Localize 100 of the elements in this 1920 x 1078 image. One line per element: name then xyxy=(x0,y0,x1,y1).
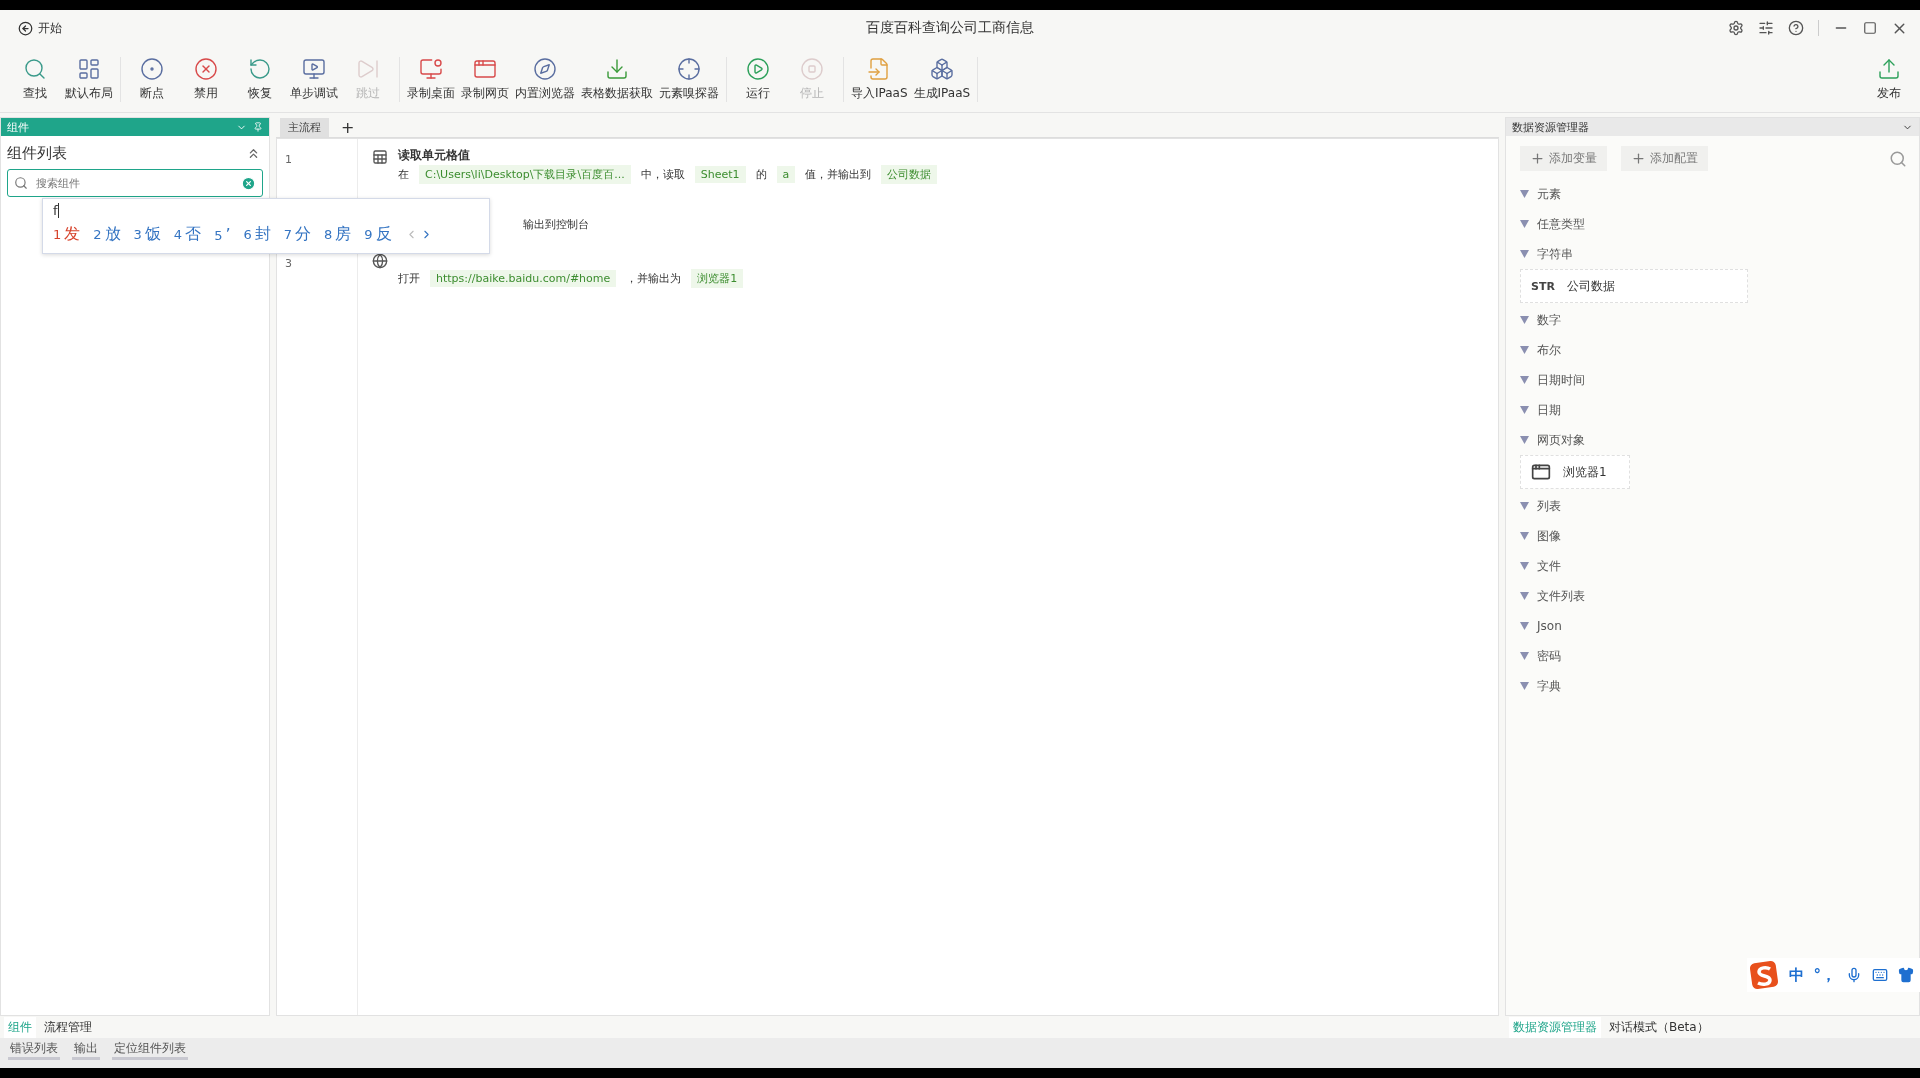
ime-mode[interactable]: 中 xyxy=(1788,965,1804,985)
toolbar-button[interactable]: 禁用 xyxy=(179,56,233,102)
globe-icon xyxy=(372,253,388,269)
boxes-icon xyxy=(929,56,954,81)
triangle-icon xyxy=(1520,682,1529,690)
variable-name: 公司数据 xyxy=(1566,277,1615,295)
variable-item[interactable]: STR 公司数据 xyxy=(1520,269,1748,303)
publish-button[interactable]: 发布 xyxy=(1862,56,1916,102)
category-item[interactable]: 字符串 xyxy=(1520,239,1919,269)
output-tab[interactable]: 输出 xyxy=(72,1040,100,1060)
plus-icon xyxy=(1631,151,1646,166)
toolbar-button[interactable]: 查找 xyxy=(8,56,62,102)
output-tab[interactable]: 定位组件列表 xyxy=(112,1040,188,1060)
category-item[interactable]: 字典 xyxy=(1520,671,1919,701)
ime-candidate[interactable]: 3 饭 xyxy=(133,224,161,245)
search-field[interactable]: 搜索组件 xyxy=(34,175,235,191)
back-icon xyxy=(18,20,33,36)
maximize-icon[interactable] xyxy=(1863,21,1877,35)
flow-tab[interactable]: 主流程 xyxy=(280,117,329,137)
toolbar-button[interactable]: 录制桌面 xyxy=(404,56,458,102)
ime-candidate[interactable]: 4 否 xyxy=(173,224,202,245)
toolbar-button[interactable]: 内置浏览器 xyxy=(512,56,578,102)
toolbar-button[interactable]: 导入IPaaS xyxy=(848,56,911,102)
triangle-icon xyxy=(1520,190,1529,198)
toolbar-button[interactable]: 生成IPaaS xyxy=(910,56,974,102)
ime-candidate[interactable]: 8 房 xyxy=(324,224,352,245)
variable-chip: https://baike.baidu.com/#home xyxy=(430,270,617,287)
search-icon xyxy=(23,56,47,81)
category-item[interactable]: 数字 xyxy=(1520,305,1919,335)
toolbar-button[interactable]: 元素嗅探器 xyxy=(656,56,722,102)
category-item[interactable]: 日期 xyxy=(1520,395,1919,425)
triangle-icon xyxy=(1520,220,1529,228)
category-item[interactable]: 文件列表 xyxy=(1520,581,1919,611)
category-item[interactable]: 图像 xyxy=(1520,521,1919,551)
panel-tab[interactable]: 流程管理 xyxy=(40,1016,96,1038)
category-item[interactable]: 文件 xyxy=(1520,551,1919,581)
punctuation-mode[interactable]: °， xyxy=(1813,965,1836,985)
search-icon[interactable] xyxy=(1889,149,1907,168)
clear-icon[interactable] xyxy=(241,175,256,191)
triangle-icon xyxy=(1520,562,1529,570)
category-item[interactable]: 布尔 xyxy=(1520,335,1919,365)
window-title: 百度百科查询公司工商信息 xyxy=(865,19,1035,37)
triangle-icon xyxy=(1520,376,1529,384)
category-item[interactable]: 密码 xyxy=(1520,641,1919,671)
add-tab-button[interactable]: + xyxy=(337,117,359,137)
add-button[interactable]: 添加变量 xyxy=(1520,146,1607,171)
table-icon xyxy=(372,149,388,165)
triangle-icon xyxy=(1520,346,1529,354)
window-icon xyxy=(1531,462,1551,482)
triangle-icon xyxy=(1520,502,1529,510)
toolbar-button[interactable]: 断点 xyxy=(125,56,179,102)
category-item[interactable]: Json xyxy=(1520,611,1919,641)
play-icon xyxy=(746,56,770,81)
variable-chip: a xyxy=(776,166,796,183)
crosshair-icon xyxy=(677,56,701,81)
add-button[interactable]: 添加配置 xyxy=(1621,146,1708,171)
ime-candidate[interactable]: 9 反 xyxy=(364,224,392,245)
settings-icon[interactable] xyxy=(1728,20,1744,36)
search-box[interactable]: 搜索组件 xyxy=(7,169,263,197)
compass-icon xyxy=(533,56,557,81)
triangle-icon xyxy=(1520,316,1529,324)
triangle-icon xyxy=(1520,652,1529,660)
category-item[interactable]: 任意类型 xyxy=(1520,209,1919,239)
toolbar-button[interactable]: 单步调试 xyxy=(287,56,341,102)
ime-candidate[interactable]: 5 ’ xyxy=(214,225,231,244)
category-item[interactable]: 列表 xyxy=(1520,491,1919,521)
triangle-icon xyxy=(1520,622,1529,630)
toolbar-button[interactable]: 默认布局 xyxy=(62,56,116,102)
category-item[interactable]: 网页对象 xyxy=(1520,425,1919,455)
variable-chip: 公司数据 xyxy=(881,165,938,184)
step-text: ，并输出为 xyxy=(626,271,682,286)
toolbar-button[interactable]: 表格数据获取 xyxy=(578,56,656,102)
back-button[interactable]: 开始 xyxy=(18,19,62,37)
ime-candidate[interactable]: 1 发 xyxy=(53,224,81,245)
ime-candidate[interactable]: 7 分 xyxy=(283,224,312,245)
monitor-play-icon xyxy=(302,56,326,81)
line-number: 1 xyxy=(284,152,293,168)
step-text: 输出到控制台 xyxy=(523,217,589,232)
circle-x-icon xyxy=(194,56,218,81)
category-item[interactable]: 日期时间 xyxy=(1520,365,1919,395)
ime-candidate[interactable]: 6 封 xyxy=(243,224,271,245)
keyboard-icon[interactable] xyxy=(1872,967,1888,983)
sliders-icon[interactable] xyxy=(1758,20,1774,36)
panel-tab[interactable]: 对话模式（Beta） xyxy=(1605,1016,1713,1038)
help-icon[interactable] xyxy=(1788,20,1804,36)
toolbar-button[interactable]: 恢复 xyxy=(233,56,287,102)
variable-item[interactable]: 浏览器1 xyxy=(1520,455,1630,489)
variable-name: 浏览器1 xyxy=(1563,463,1607,481)
layout-icon xyxy=(77,56,101,81)
ime-candidate[interactable]: 2 放 xyxy=(93,224,121,245)
step-title: 读取单元格值 xyxy=(398,147,471,161)
shirt-icon[interactable] xyxy=(1898,967,1914,983)
monitor-record-icon xyxy=(419,56,443,81)
step-text: 在 xyxy=(398,167,409,182)
toolbar-button[interactable]: 运行 xyxy=(731,56,785,102)
microphone-icon[interactable] xyxy=(1846,967,1862,983)
toolbar-button[interactable]: 录制网页 xyxy=(458,56,512,102)
triangle-icon xyxy=(1520,592,1529,600)
output-tab[interactable]: 错误列表 xyxy=(8,1040,60,1060)
category-item[interactable]: 元素 xyxy=(1520,179,1919,209)
